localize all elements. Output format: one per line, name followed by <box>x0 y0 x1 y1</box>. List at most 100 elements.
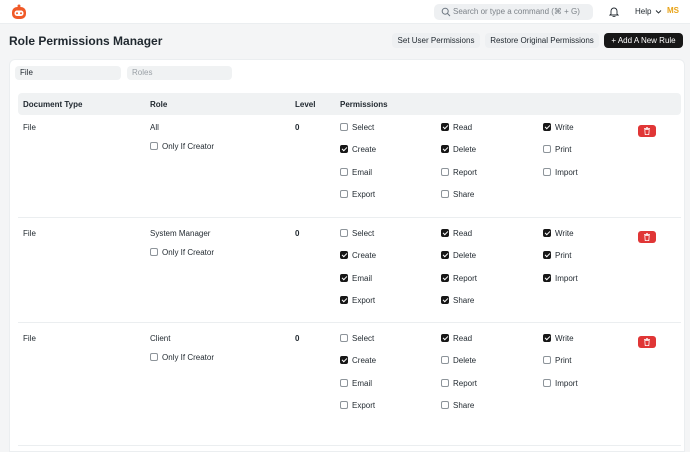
permission-write-checkbox[interactable] <box>543 334 551 342</box>
permission-write-label: Write <box>555 123 574 132</box>
permission-delete-checkbox[interactable] <box>441 251 449 259</box>
permission-delete-label: Delete <box>453 251 477 260</box>
trash-icon <box>644 233 650 241</box>
permission-print-checkbox[interactable] <box>543 356 551 364</box>
permission-delete-checkbox[interactable] <box>441 356 449 364</box>
delete-rule-button[interactable] <box>638 336 656 348</box>
permission-share-checkbox[interactable] <box>441 190 449 198</box>
permission-email-checkbox[interactable] <box>340 379 348 387</box>
permission-export-label: Export <box>352 190 376 199</box>
permission-create-label: Create <box>352 145 377 154</box>
delete-rule-button[interactable] <box>638 125 656 137</box>
permission-create-checkbox[interactable] <box>340 145 348 153</box>
row-divider <box>18 322 681 323</box>
search-icon <box>441 7 451 17</box>
document-type-filter[interactable]: File <box>15 66 121 80</box>
permission-read-label: Read <box>453 123 473 132</box>
row-document-type: File <box>23 123 36 132</box>
add-new-rule-button[interactable]: + Add A New Rule <box>604 33 683 48</box>
permissions-card: File Roles Document Type Role Level Perm… <box>9 59 685 452</box>
trash-icon <box>644 127 650 135</box>
header-permissions: Permissions <box>340 100 388 109</box>
permission-export-label: Export <box>352 296 376 305</box>
permission-read-label: Read <box>453 229 473 238</box>
permission-select-checkbox[interactable] <box>340 334 348 342</box>
permission-print-label: Print <box>555 145 572 154</box>
permission-report-checkbox[interactable] <box>441 168 449 176</box>
permission-select-checkbox[interactable] <box>340 123 348 131</box>
permission-export-label: Export <box>352 401 376 410</box>
permission-select-label: Select <box>352 123 375 132</box>
permission-share-label: Share <box>453 401 475 410</box>
trash-icon <box>644 338 650 346</box>
permission-export-checkbox[interactable] <box>340 190 348 198</box>
row-role: Client <box>150 334 171 343</box>
permission-email-checkbox[interactable] <box>340 168 348 176</box>
permission-print-label: Print <box>555 251 572 260</box>
row-divider <box>18 445 681 446</box>
header-role: Role <box>150 100 168 109</box>
only-if-creator-checkbox[interactable] <box>150 353 158 361</box>
permission-read-label: Read <box>453 334 473 343</box>
row-level: 0 <box>295 334 300 343</box>
permission-share-checkbox[interactable] <box>441 401 449 409</box>
permission-print-checkbox[interactable] <box>543 145 551 153</box>
permission-select-checkbox[interactable] <box>340 229 348 237</box>
page-title: Role Permissions Manager <box>9 34 163 48</box>
permission-export-checkbox[interactable] <box>340 401 348 409</box>
permission-write-checkbox[interactable] <box>543 229 551 237</box>
permission-print-label: Print <box>555 356 572 365</box>
bell-icon[interactable] <box>608 6 620 18</box>
avatar[interactable]: MS <box>667 6 679 15</box>
permission-share-label: Share <box>453 296 475 305</box>
permission-select-label: Select <box>352 334 375 343</box>
permission-write-checkbox[interactable] <box>543 123 551 131</box>
search-input[interactable]: Search or type a command (⌘ + G) <box>453 7 580 16</box>
permission-email-label: Email <box>352 274 373 283</box>
row-level: 0 <box>295 229 300 238</box>
permission-create-label: Create <box>352 356 377 365</box>
permission-select-label: Select <box>352 229 375 238</box>
header-document-type: Document Type <box>23 100 83 109</box>
permission-delete-label: Delete <box>453 356 477 365</box>
permission-share-checkbox[interactable] <box>441 296 449 304</box>
only-if-creator-label: Only If Creator <box>162 142 215 151</box>
permission-import-label: Import <box>555 379 578 388</box>
search-bar[interactable]: Search or type a command (⌘ + G) <box>434 4 593 20</box>
row-document-type: File <box>23 229 36 238</box>
permission-report-checkbox[interactable] <box>441 379 449 387</box>
permission-share-label: Share <box>453 190 475 199</box>
permission-read-checkbox[interactable] <box>441 229 449 237</box>
navbar: Search or type a command (⌘ + G) Help MS <box>0 0 690 24</box>
permission-read-checkbox[interactable] <box>441 334 449 342</box>
row-level: 0 <box>295 123 300 132</box>
permission-import-label: Import <box>555 274 578 283</box>
only-if-creator-label: Only If Creator <box>162 353 215 362</box>
permission-delete-checkbox[interactable] <box>441 145 449 153</box>
permission-print-checkbox[interactable] <box>543 251 551 259</box>
permission-report-label: Report <box>453 274 478 283</box>
only-if-creator-label: Only If Creator <box>162 248 215 257</box>
chevron-down-icon <box>655 8 662 15</box>
app-logo-icon[interactable] <box>11 4 27 20</box>
permission-import-checkbox[interactable] <box>543 168 551 176</box>
restore-original-permissions-button[interactable]: Restore Original Permissions <box>485 33 599 48</box>
delete-rule-button[interactable] <box>638 231 656 243</box>
only-if-creator-checkbox[interactable] <box>150 142 158 150</box>
row-divider <box>18 217 681 218</box>
permission-create-checkbox[interactable] <box>340 251 348 259</box>
permission-import-checkbox[interactable] <box>543 274 551 282</box>
help-menu[interactable]: Help <box>635 7 651 16</box>
permission-read-checkbox[interactable] <box>441 123 449 131</box>
permission-write-label: Write <box>555 229 574 238</box>
permission-import-checkbox[interactable] <box>543 379 551 387</box>
only-if-creator-checkbox[interactable] <box>150 248 158 256</box>
permission-create-label: Create <box>352 251 377 260</box>
roles-filter[interactable]: Roles <box>127 66 232 80</box>
set-user-permissions-button[interactable]: Set User Permissions <box>392 33 480 48</box>
permission-report-checkbox[interactable] <box>441 274 449 282</box>
permission-import-label: Import <box>555 168 578 177</box>
permission-email-checkbox[interactable] <box>340 274 348 282</box>
permission-export-checkbox[interactable] <box>340 296 348 304</box>
permission-create-checkbox[interactable] <box>340 356 348 364</box>
